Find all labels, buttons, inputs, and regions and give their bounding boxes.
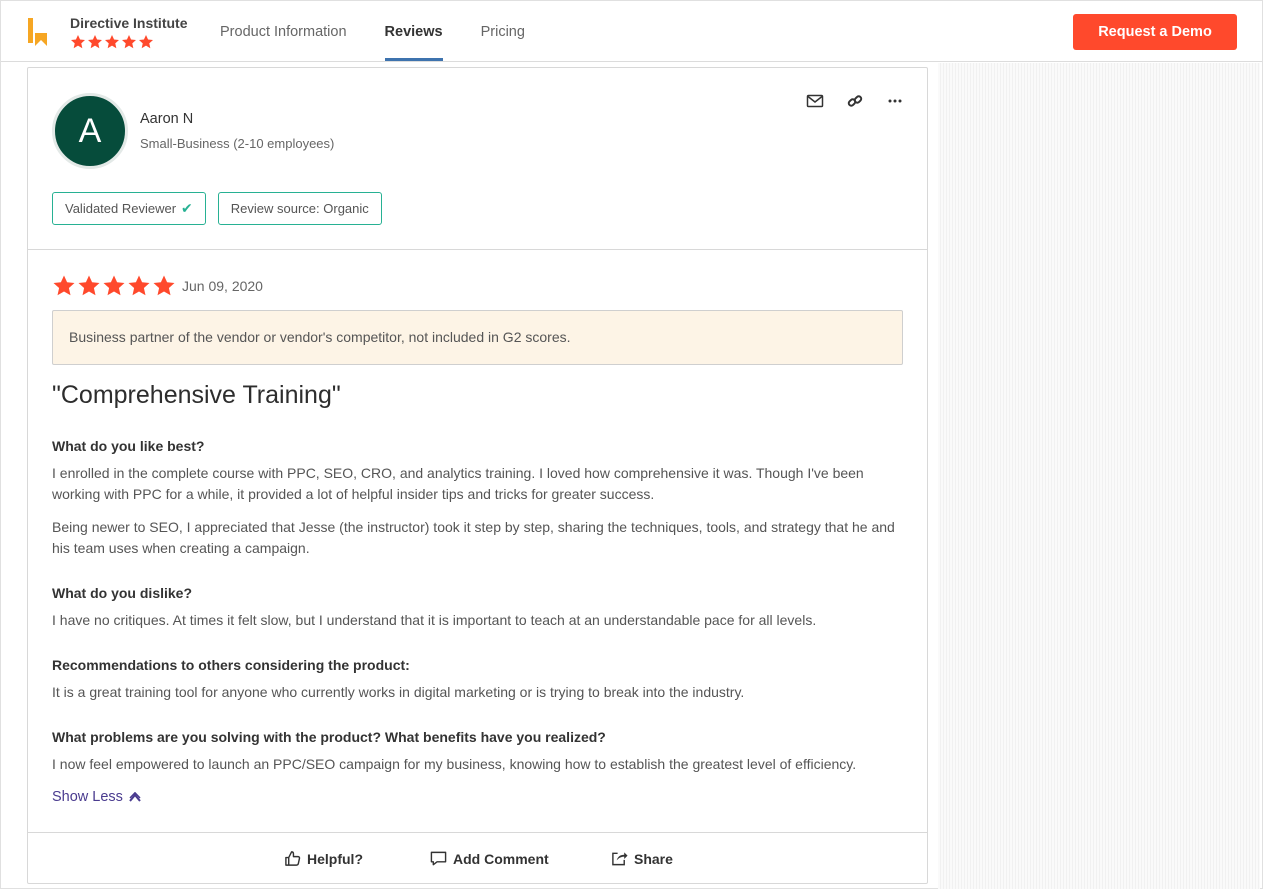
review-date: Jun 09, 2020 — [182, 278, 263, 294]
mail-icon[interactable] — [806, 92, 824, 110]
helpful-button[interactable]: Helpful? — [284, 850, 363, 867]
question: What do you like best? — [52, 438, 205, 454]
reviewer-badges: Validated Reviewer ✔ Review source: Orga… — [52, 192, 382, 225]
review-footer: Helpful? Add Comment Share — [28, 833, 927, 883]
answer: I have no critiques. At times it felt sl… — [52, 612, 817, 628]
g2-logo-icon[interactable] — [26, 17, 50, 47]
answer: It is a great training tool for anyone w… — [52, 684, 745, 700]
comment-icon — [430, 851, 447, 866]
review-card: A Aaron N Small-Business (2-10 employees… — [27, 67, 928, 884]
page: Directive Institute Product Information … — [0, 0, 1263, 889]
add-comment-label: Add Comment — [453, 850, 549, 867]
brand-rating-stars — [70, 34, 154, 50]
share-button[interactable]: Share — [611, 850, 673, 867]
review-source-label: Review source: Organic — [230, 201, 369, 216]
tab-pricing[interactable]: Pricing — [481, 1, 525, 62]
review-notice: Business partner of the vendor or vendor… — [52, 310, 903, 365]
reviewer-name: Aaron N — [140, 111, 194, 127]
question: What do you dislike? — [52, 585, 193, 601]
request-demo-button[interactable]: Request a Demo — [1073, 14, 1237, 50]
review-title: "Comprehensive Training" — [52, 381, 341, 409]
tab-reviews[interactable]: Reviews — [384, 1, 443, 62]
thumbs-up-icon — [285, 851, 301, 866]
share-label: Share — [634, 850, 673, 867]
star-icon — [139, 35, 153, 49]
review-rating-row: Jun 09, 2020 — [52, 274, 263, 298]
star-icon — [105, 35, 119, 49]
star-icon — [103, 275, 125, 296]
review-rating-stars — [52, 274, 176, 298]
star-icon — [71, 35, 85, 49]
share-icon — [612, 852, 628, 866]
validated-reviewer-badge[interactable]: Validated Reviewer ✔ — [52, 192, 206, 225]
star-icon — [122, 35, 136, 49]
product-nav: Product Information Reviews Pricing — [220, 1, 563, 62]
star-icon — [53, 275, 75, 296]
star-icon — [128, 275, 150, 296]
star-icon — [78, 275, 100, 296]
reviewer-segment: Small-Business (2-10 employees) — [140, 136, 335, 151]
show-less-label: Show Less — [52, 789, 123, 805]
qa-recommendations: Recommendations to others considering th… — [52, 657, 912, 703]
check-icon: ✔ — [181, 200, 193, 216]
more-icon[interactable] — [886, 92, 904, 110]
star-icon — [153, 275, 175, 296]
sidebar-background — [938, 63, 1260, 889]
question: Recommendations to others considering th… — [52, 657, 410, 673]
divider — [28, 249, 927, 250]
answer: I now feel empowered to launch an PPC/SE… — [52, 756, 857, 772]
add-comment-button[interactable]: Add Comment — [430, 850, 549, 867]
validated-reviewer-label: Validated Reviewer — [65, 201, 177, 216]
qa-dislike: What do you dislike? I have no critiques… — [52, 585, 912, 631]
star-icon — [88, 35, 102, 49]
top-nav-bar: Directive Institute Product Information … — [1, 1, 1262, 62]
show-less-link[interactable]: Show Less — [52, 789, 142, 805]
brand-name[interactable]: Directive Institute — [70, 15, 187, 31]
qa-problems-benefits: What problems are you solving with the p… — [52, 729, 912, 775]
question: What problems are you solving with the p… — [52, 729, 606, 745]
review-actions — [806, 92, 904, 110]
avatar: A — [52, 93, 128, 169]
tab-product-information[interactable]: Product Information — [220, 1, 347, 62]
qa-like-best: What do you like best? I enrolled in the… — [52, 438, 912, 559]
link-icon[interactable] — [846, 92, 864, 110]
answer: I enrolled in the complete course with P… — [52, 465, 864, 502]
chevron-up-icon — [129, 792, 141, 802]
helpful-label: Helpful? — [307, 850, 363, 867]
review-source-badge[interactable]: Review source: Organic — [217, 192, 382, 225]
answer: Being newer to SEO, I appreciated that J… — [52, 519, 895, 556]
